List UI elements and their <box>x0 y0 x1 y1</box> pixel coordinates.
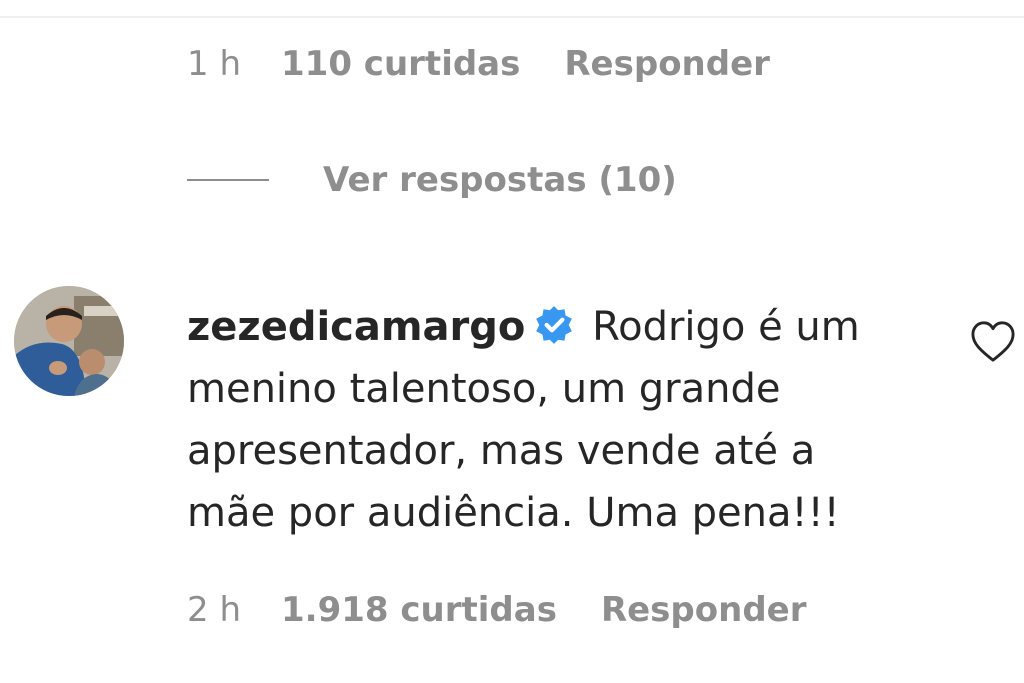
avatar[interactable] <box>14 286 124 396</box>
comments-panel: 1 h 110 curtidas Responder Ver respostas… <box>0 0 1024 683</box>
comment-body: zezedicamargo Rodrigo é um menino talent… <box>187 296 907 544</box>
comment-username[interactable]: zezedicamargo <box>187 304 525 350</box>
view-replies-label: Ver respostas (10) <box>323 160 677 200</box>
comment-meta: 2 h 1.918 curtidas Responder <box>187 590 806 630</box>
top-divider <box>0 16 1024 18</box>
view-replies-button[interactable]: Ver respostas (10) <box>187 160 677 200</box>
avatar-photo <box>14 286 124 396</box>
replies-divider-line <box>187 179 269 181</box>
reply-button[interactable]: Responder <box>601 590 807 630</box>
comment-likes-count[interactable]: 110 curtidas <box>281 44 520 84</box>
comment-likes-count[interactable]: 1.918 curtidas <box>281 590 557 630</box>
comment-timestamp: 2 h <box>187 590 241 630</box>
verified-badge-icon <box>536 306 573 344</box>
reply-button[interactable]: Responder <box>564 44 770 84</box>
previous-comment-meta: 1 h 110 curtidas Responder <box>187 44 770 84</box>
heart-outline-icon[interactable] <box>970 320 1016 364</box>
comment-timestamp: 1 h <box>187 44 241 84</box>
